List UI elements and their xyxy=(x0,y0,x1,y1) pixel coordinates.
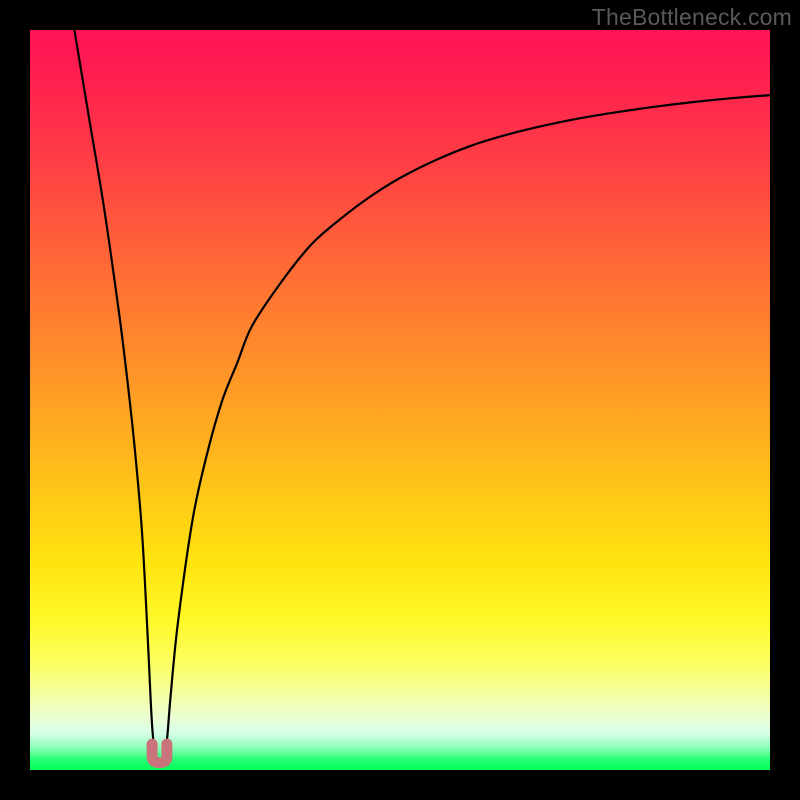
chart-frame: TheBottleneck.com xyxy=(0,0,800,800)
watermark-text: TheBottleneck.com xyxy=(592,4,792,31)
chart-svg xyxy=(30,30,770,770)
bottleneck-curve xyxy=(74,30,770,763)
plot-area xyxy=(30,30,770,770)
valley-marker xyxy=(152,744,167,763)
